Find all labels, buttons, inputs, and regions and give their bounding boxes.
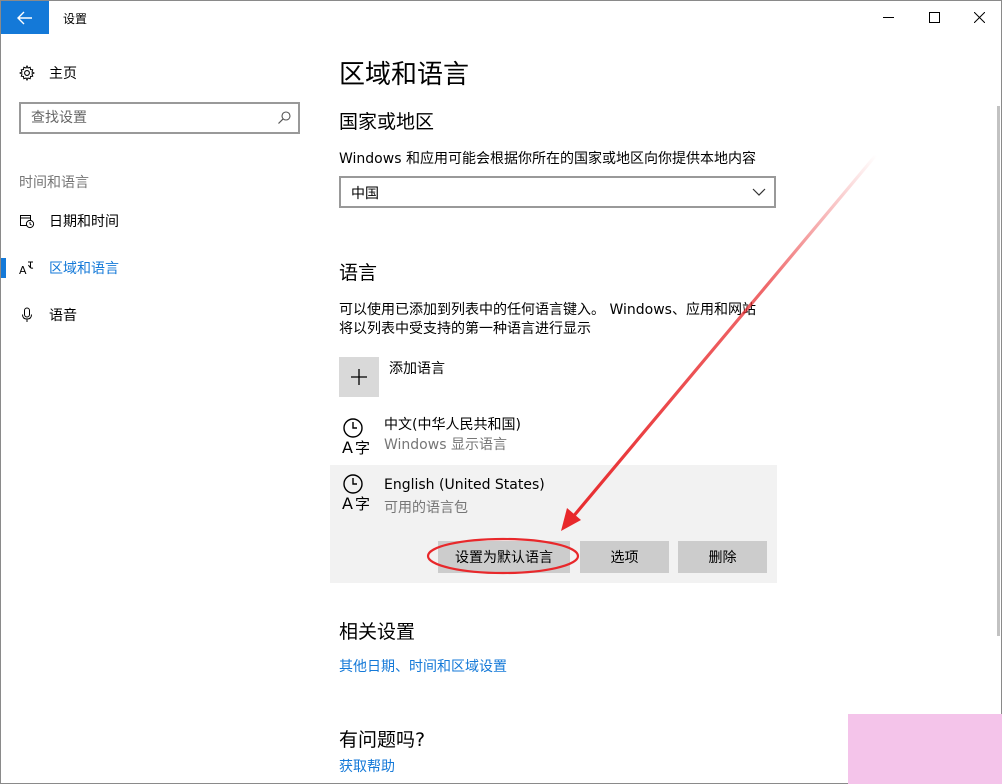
language-description-line2: 将以列表中受支持的第一种语言进行显示 xyxy=(339,321,591,337)
add-language-label[interactable]: 添加语言 xyxy=(389,358,445,378)
scrollbar[interactable] xyxy=(997,106,1000,636)
watermark-patch xyxy=(848,714,1002,784)
svg-text:A: A xyxy=(19,264,27,276)
sidebar-home[interactable]: 主页 xyxy=(19,63,77,83)
country-heading: 国家或地区 xyxy=(339,111,435,133)
language-status: 可用的语言包 xyxy=(384,500,468,516)
svg-text:字: 字 xyxy=(355,495,370,513)
remove-language-button[interactable]: 删除 xyxy=(678,541,767,573)
add-language-button[interactable] xyxy=(339,357,379,397)
microphone-icon xyxy=(19,307,35,323)
close-button[interactable] xyxy=(956,1,1002,34)
country-dropdown-value: 中国 xyxy=(351,186,379,202)
title-bar: 设置 xyxy=(1,1,1001,34)
language-item-chinese[interactable]: A 字 中文(中华人民共和国) Windows 显示语言 xyxy=(330,409,777,467)
back-button[interactable] xyxy=(1,1,49,34)
sidebar-item-label: 日期和时间 xyxy=(49,214,119,230)
page-title: 区域和语言 xyxy=(339,60,470,90)
svg-text:A: A xyxy=(342,438,353,457)
language-name: English (United States) xyxy=(384,477,545,493)
window-title: 设置 xyxy=(63,12,88,26)
search-icon xyxy=(278,111,291,124)
language-description-line1: 可以使用已添加到列表中的任何语言键入。 Windows、应用和网站 xyxy=(339,302,756,318)
calendar-clock-icon xyxy=(19,213,35,229)
svg-text:字: 字 xyxy=(355,439,370,457)
sidebar-item-date-time[interactable]: 日期和时间 xyxy=(19,211,119,231)
language-status: Windows 显示语言 xyxy=(384,437,507,453)
minimize-icon xyxy=(882,17,894,18)
get-help-link[interactable]: 获取帮助 xyxy=(339,756,395,776)
sidebar-item-region-language[interactable]: A 区域和语言 xyxy=(19,258,119,278)
plus-icon xyxy=(351,369,367,385)
language-pack-icon: A 字 xyxy=(342,474,370,513)
minimize-button[interactable] xyxy=(865,1,911,34)
help-heading: 有问题吗? xyxy=(339,729,426,751)
svg-text:A: A xyxy=(342,494,353,513)
sidebar-item-label: 语音 xyxy=(49,308,77,324)
sidebar-home-label: 主页 xyxy=(49,66,77,82)
search-box xyxy=(19,102,300,134)
language-heading: 语言 xyxy=(339,262,378,284)
language-pack-icon: A 字 xyxy=(342,418,370,457)
sidebar-section-label: 时间和语言 xyxy=(19,175,89,191)
language-name: 中文(中华人民共和国) xyxy=(384,417,521,433)
related-settings-heading: 相关设置 xyxy=(339,621,416,643)
maximize-button[interactable] xyxy=(911,1,957,34)
region-language-icon: A xyxy=(19,260,35,276)
maximize-icon xyxy=(928,12,940,23)
close-icon xyxy=(973,12,985,23)
chevron-down-icon xyxy=(752,188,766,196)
back-arrow-icon xyxy=(17,11,32,24)
sidebar-item-speech[interactable]: 语音 xyxy=(19,305,77,325)
settings-window: 设置 主页 时间和语言 xyxy=(0,0,1002,784)
language-options-button[interactable]: 选项 xyxy=(580,541,669,573)
other-date-time-region-link[interactable]: 其他日期、时间和区域设置 xyxy=(339,656,507,676)
gear-icon xyxy=(19,65,35,81)
search-input[interactable] xyxy=(31,109,271,127)
active-indicator xyxy=(1,258,6,278)
sidebar-item-label: 区域和语言 xyxy=(49,261,119,277)
country-dropdown[interactable]: 中国 xyxy=(339,176,776,208)
set-default-language-button[interactable]: 设置为默认语言 xyxy=(438,541,570,573)
country-description: Windows 和应用可能会根据你所在的国家或地区向你提供本地内容 xyxy=(339,151,756,167)
